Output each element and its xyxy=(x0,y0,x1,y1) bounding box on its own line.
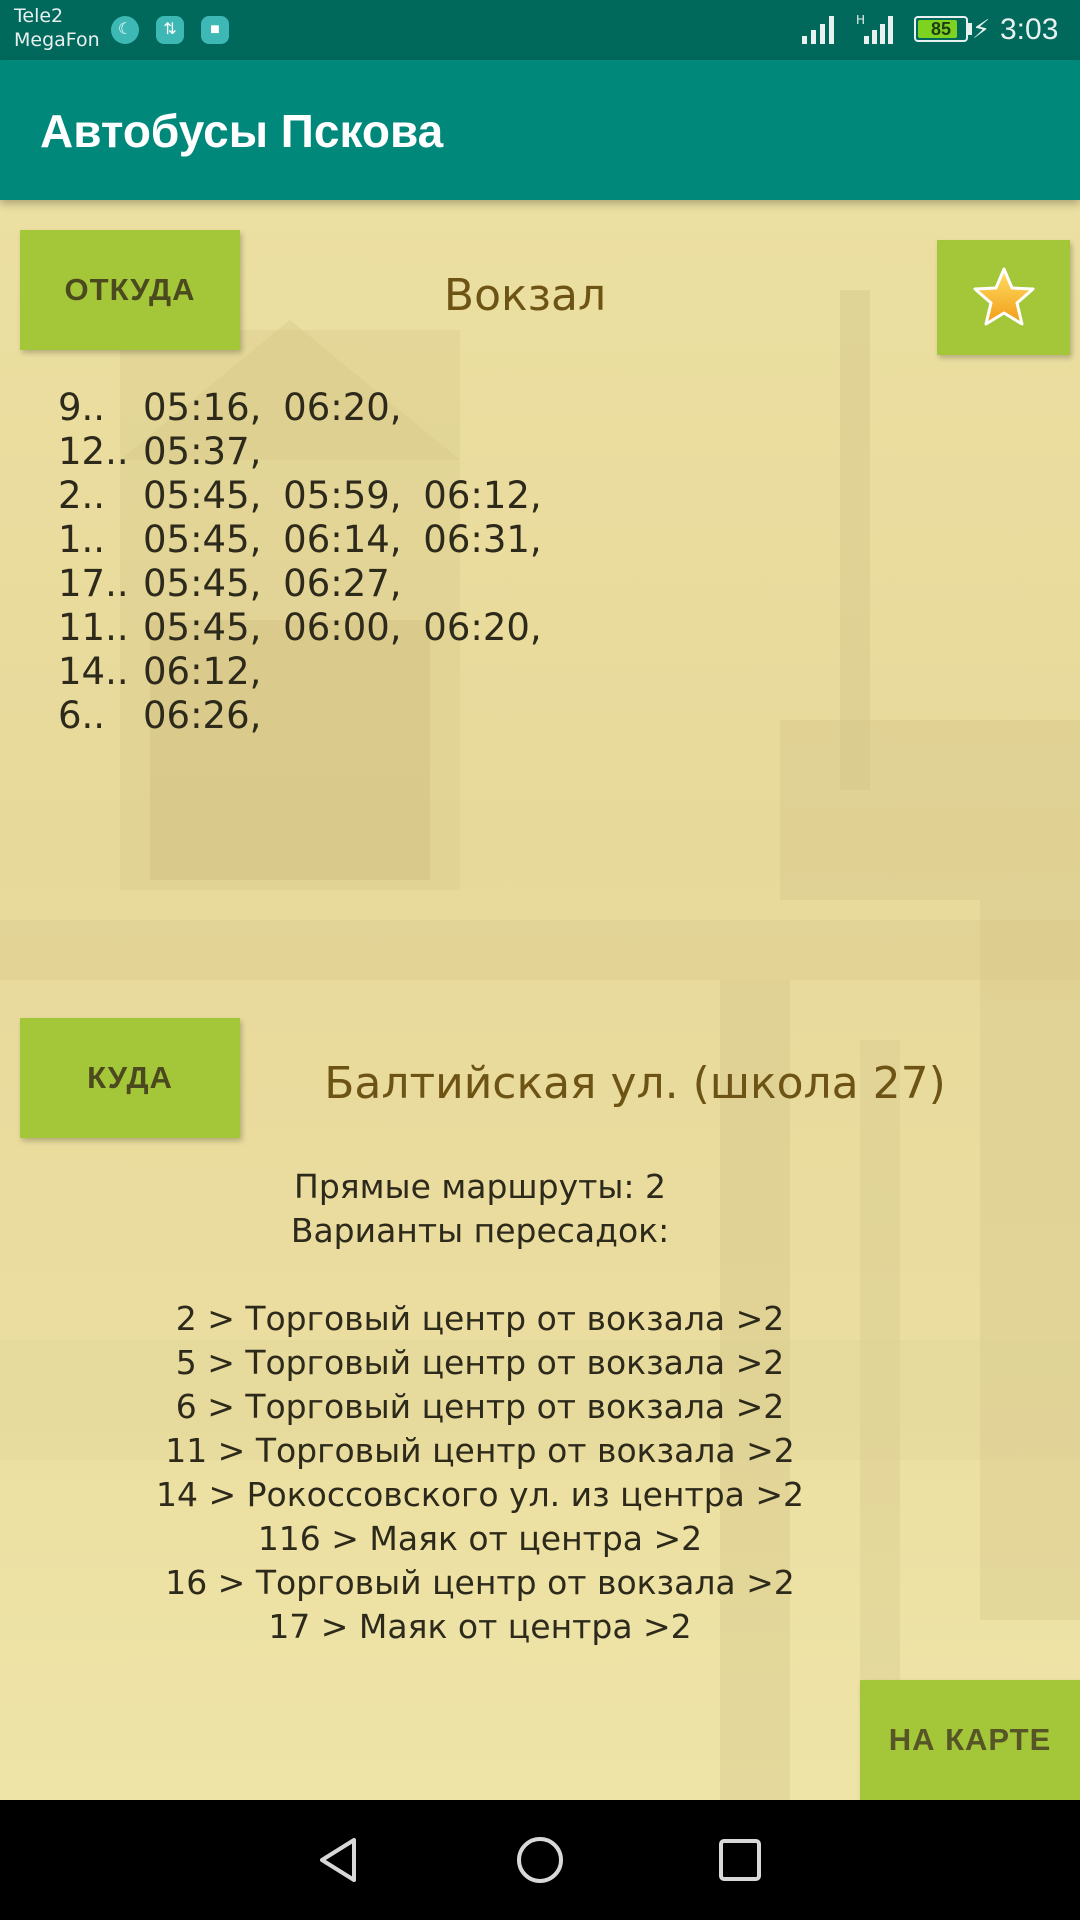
signal-strength-h-icon: H xyxy=(856,13,893,44)
direct-routes-text: Прямые маршруты: 2 xyxy=(294,1167,666,1206)
schedule-route-number: 11.. xyxy=(58,606,129,649)
charging-bolt-icon: ⚡ xyxy=(972,14,991,44)
to-stop-name[interactable]: Балтийская ул. (школа 27) xyxy=(300,1058,970,1110)
transfer-header: Варианты пересадок: xyxy=(290,1211,670,1250)
schedule-row: 14.. 06:12, xyxy=(58,650,542,694)
from-button[interactable]: ОТКУДА xyxy=(20,230,240,350)
carrier-names: Tele2 MegaFon xyxy=(14,4,100,52)
clock: 3:03 xyxy=(1000,13,1059,46)
route-info: Прямые маршруты: 2 Варианты пересадок: 2… xyxy=(0,1165,960,1649)
schedule-row: 2.. 05:45, 05:59, 06:12, xyxy=(58,474,542,518)
transfer-option: 5 > Торговый центр от вокзала >2 xyxy=(175,1343,785,1382)
schedule-row: 11.. 05:45, 06:00, 06:20, xyxy=(58,606,542,650)
transfer-option: 6 > Торговый центр от вокзала >2 xyxy=(175,1387,785,1426)
schedule-times: 05:45, 06:27, xyxy=(143,562,402,605)
transfer-list: 2 > Торговый центр от вокзала >2 5 > Торг… xyxy=(0,1297,960,1649)
app-bar: Автобусы Пскова xyxy=(0,60,1080,200)
navigation-bar xyxy=(0,1800,1080,1920)
back-triangle-icon[interactable] xyxy=(310,1830,370,1890)
show-on-map-button[interactable]: НА КАРТЕ xyxy=(860,1680,1080,1800)
schedule-times: 05:45, 06:14, 06:31, xyxy=(143,518,542,561)
schedule-times: 05:45, 05:59, 06:12, xyxy=(143,474,542,517)
schedule-route-number: 2.. xyxy=(58,474,106,517)
recent-apps-square-icon[interactable] xyxy=(710,1830,770,1890)
departure-schedule: 9.. 05:16, 06:20, 12.. 05:37, 2.. 05:45, 05:5… xyxy=(58,386,542,738)
schedule-times: 05:37, xyxy=(143,430,262,473)
android-icon: ■ xyxy=(201,16,229,44)
schedule-row: 17.. 05:45, 06:27, xyxy=(58,562,542,606)
signal-strength-icon xyxy=(802,16,834,44)
schedule-row: 1.. 05:45, 06:14, 06:31, xyxy=(58,518,542,562)
to-button[interactable]: КУДА xyxy=(20,1018,240,1138)
transfer-option: 2 > Торговый центр от вокзала >2 xyxy=(175,1299,785,1338)
schedule-times: 06:26, xyxy=(143,694,262,737)
schedule-route-number: 6.. xyxy=(58,694,106,737)
schedule-row: 9.. 05:16, 06:20, xyxy=(58,386,542,430)
transfer-option: 11 > Торговый центр от вокзала >2 xyxy=(165,1431,795,1470)
schedule-route-number: 9.. xyxy=(58,386,106,429)
carrier-2: MegaFon xyxy=(14,29,100,51)
schedule-times: 05:45, 06:00, 06:20, xyxy=(143,606,542,649)
schedule-route-number: 14.. xyxy=(58,650,129,693)
carrier-1: Tele2 xyxy=(14,5,64,27)
network-type-label: H xyxy=(856,13,865,27)
transfer-option: 14 > Рокоссовского ул. из центра >2 xyxy=(156,1475,804,1514)
status-bar: Tele2 MegaFon ☾ ⇅ ■ H 85 ⚡ 3:03 xyxy=(0,0,1080,60)
schedule-route-number: 1.. xyxy=(58,518,106,561)
schedule-times: 05:16, 06:20, xyxy=(143,386,402,429)
schedule-times: 06:12, xyxy=(143,650,262,693)
star-icon xyxy=(973,267,1035,326)
schedule-row: 12.. 05:37, xyxy=(58,430,542,474)
battery-icon: 85 xyxy=(914,16,968,42)
main-content: ОТКУДА Вокзал 9.. 05:16, 06:20, 12.. 05:37,… xyxy=(0,200,1080,1800)
app-title: Автобусы Пскова xyxy=(40,105,444,157)
transfer-option: 17 > Маяк от центра >2 xyxy=(268,1607,692,1646)
moon-icon: ☾ xyxy=(111,16,139,44)
schedule-route-number: 17.. xyxy=(58,562,129,605)
favorite-button[interactable] xyxy=(937,240,1070,355)
schedule-route-number: 12.. xyxy=(58,430,129,473)
usb-icon: ⇅ xyxy=(156,16,184,44)
transfer-option: 16 > Торговый центр от вокзала >2 xyxy=(165,1563,795,1602)
home-circle-icon[interactable] xyxy=(510,1830,570,1890)
from-stop-name[interactable]: Вокзал xyxy=(260,270,790,322)
transfer-option: 116 > Маяк от центра >2 xyxy=(257,1519,703,1558)
battery-level: 85 xyxy=(930,19,952,39)
schedule-row: 6.. 06:26, xyxy=(58,694,542,738)
